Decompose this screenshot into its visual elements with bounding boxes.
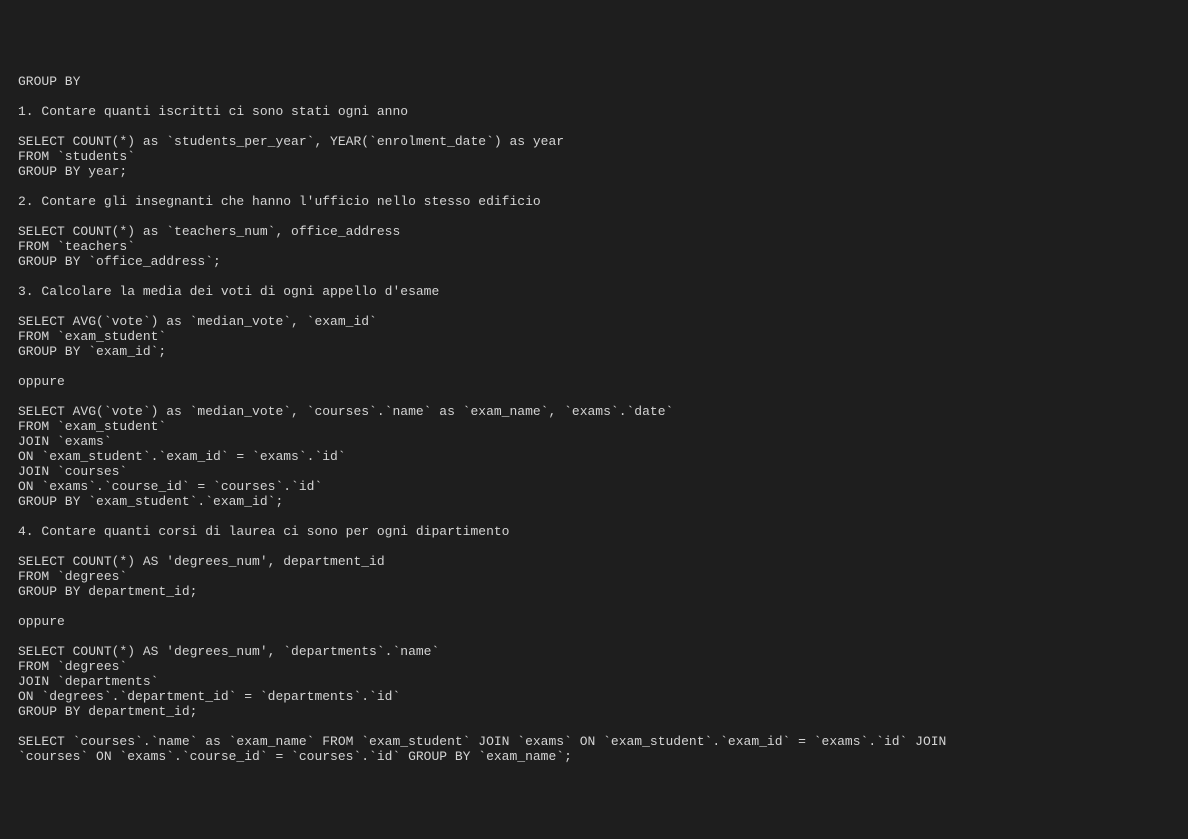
code-line: SELECT COUNT(*) as `students_per_year`, … — [18, 134, 564, 149]
code-line: GROUP BY `office_address`; — [18, 254, 221, 269]
code-line: GROUP BY `exam_student`.`exam_id`; — [18, 494, 283, 509]
code-line: ON `degrees`.`department_id` = `departme… — [18, 689, 400, 704]
code-line: ON `exams`.`course_id` = `courses`.`id` — [18, 479, 322, 494]
code-editor-content[interactable]: GROUP BY 1. Contare quanti iscritti ci s… — [18, 74, 1170, 764]
code-line: FROM `degrees` — [18, 569, 127, 584]
code-line: 4. Contare quanti corsi di laurea ci son… — [18, 524, 509, 539]
code-line: FROM `teachers` — [18, 239, 135, 254]
code-line: SELECT COUNT(*) as `teachers_num`, offic… — [18, 224, 400, 239]
code-line: oppure — [18, 374, 65, 389]
code-line: GROUP BY department_id; — [18, 584, 197, 599]
code-line: GROUP BY year; — [18, 164, 127, 179]
code-line: FROM `degrees` — [18, 659, 127, 674]
code-line: GROUP BY — [18, 74, 80, 89]
code-line: GROUP BY department_id; — [18, 704, 197, 719]
code-line: `courses` ON `exams`.`course_id` = `cour… — [18, 749, 572, 764]
code-line: JOIN `departments` — [18, 674, 158, 689]
code-line: ON `exam_student`.`exam_id` = `exams`.`i… — [18, 449, 346, 464]
code-line: FROM `exam_student` — [18, 419, 166, 434]
code-line: SELECT `courses`.`name` as `exam_name` F… — [18, 734, 954, 749]
code-line: SELECT COUNT(*) AS 'degrees_num', depart… — [18, 554, 385, 569]
code-line: 2. Contare gli insegnanti che hanno l'uf… — [18, 194, 541, 209]
code-line: JOIN `courses` — [18, 464, 127, 479]
code-line: GROUP BY `exam_id`; — [18, 344, 166, 359]
code-line: FROM `exam_student` — [18, 329, 166, 344]
code-line: FROM `students` — [18, 149, 135, 164]
code-line: JOIN `exams` — [18, 434, 112, 449]
code-line: SELECT COUNT(*) AS 'degrees_num', `depar… — [18, 644, 439, 659]
code-line: SELECT AVG(`vote`) as `median_vote`, `ex… — [18, 314, 377, 329]
code-line: SELECT AVG(`vote`) as `median_vote`, `co… — [18, 404, 673, 419]
code-line: oppure — [18, 614, 65, 629]
code-line: 1. Contare quanti iscritti ci sono stati… — [18, 104, 408, 119]
code-line: 3. Calcolare la media dei voti di ogni a… — [18, 284, 439, 299]
